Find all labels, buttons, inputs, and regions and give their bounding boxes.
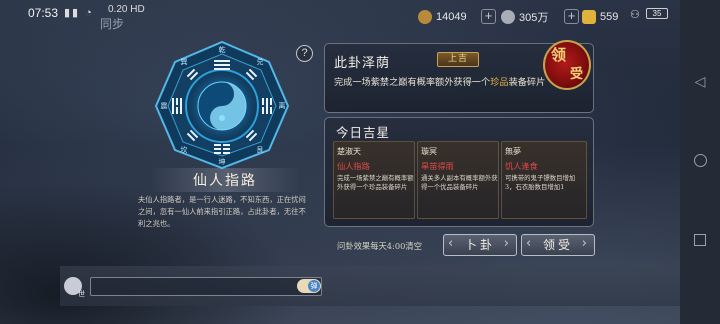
silver-coin-counter: 305万	[501, 8, 548, 26]
trigram-label: 乾	[219, 45, 226, 54]
back-icon[interactable]: ◁	[692, 74, 708, 90]
divine-button[interactable]: 卜卦	[443, 234, 517, 256]
home-icon[interactable]	[694, 154, 707, 167]
silver-icon	[501, 10, 515, 24]
battery-indicator: 35	[646, 8, 668, 19]
copper-coin-counter: 14049	[418, 8, 467, 26]
chat-input[interactable]	[90, 277, 322, 296]
seal-char-1: 领	[551, 46, 567, 64]
clock: 07:53	[28, 6, 59, 20]
star-description: 可携带的鬼子镖数目增加3，石衣胎数目增加1	[505, 174, 576, 191]
app-title: 同步	[100, 17, 125, 31]
bagua-wheel: 乾 兑 离 震 坤 艮 坎 巽	[154, 40, 290, 170]
star-subtitle: 仙人指路	[337, 161, 370, 171]
reset-note: 问卦效果每天4:00清空	[337, 241, 423, 251]
barrage-toggle-label: 弹	[308, 280, 320, 292]
gamepad-icon[interactable]: ⚇	[630, 8, 640, 21]
trigram-label: 兑	[257, 57, 264, 66]
world-channel-label: 世	[78, 290, 85, 298]
star-subtitle: 饥人逢食	[505, 161, 538, 171]
trigram-label: 艮	[257, 146, 264, 154]
recents-icon[interactable]	[694, 234, 706, 246]
ingot-icon	[582, 10, 596, 24]
barrage-toggle[interactable]: 弹	[297, 279, 321, 293]
star-name: 璇冥	[421, 147, 437, 156]
fortune-description: 完成一场紫禁之巅有概率额外获得一个珍品装备碎片	[334, 77, 546, 88]
fortune-grade-badge: 上吉	[437, 52, 479, 67]
trigram-label: 离	[279, 101, 286, 110]
system-nav-bar: ◁	[680, 0, 720, 324]
claim-button[interactable]: 领受	[521, 234, 595, 256]
help-button[interactable]: ?	[296, 45, 313, 62]
trigram-label: 坤	[219, 157, 226, 166]
star-name: 楚淑天	[337, 147, 361, 156]
add-silver-button[interactable]: +	[564, 9, 579, 24]
seal-char-2: 受	[570, 67, 584, 82]
trigram-label: 坎	[181, 145, 188, 154]
star-description: 通关多人副本有概率额外获得一个优品装备碎片	[421, 174, 498, 191]
coin-icon	[418, 10, 432, 24]
hexagram-description: 夫仙人指路者，是一行人迷路，不知东西，正在忧闷之间，忽有一仙人前来指引正路，占此…	[138, 195, 306, 228]
star-name: 無夢	[505, 147, 521, 156]
network-speed: 0.20 HD	[108, 4, 145, 15]
trigram-label: 巽	[181, 58, 188, 66]
fortune-title: 此卦泽荫	[334, 56, 391, 71]
add-copper-button[interactable]: +	[481, 9, 496, 24]
trigram-label: 震	[161, 102, 168, 110]
signal-icon: ▮▮ ◔	[64, 7, 94, 19]
hexagram-title: 仙人指路	[193, 173, 257, 189]
star-subtitle: 旱苗得雨	[421, 161, 454, 171]
lucky-stars-title: 今日吉星	[336, 125, 391, 140]
gold-ingot-counter: 559	[582, 8, 618, 26]
star-description: 完成一场紫禁之巅有概率额外获得一个珍品装备碎片	[337, 174, 414, 191]
